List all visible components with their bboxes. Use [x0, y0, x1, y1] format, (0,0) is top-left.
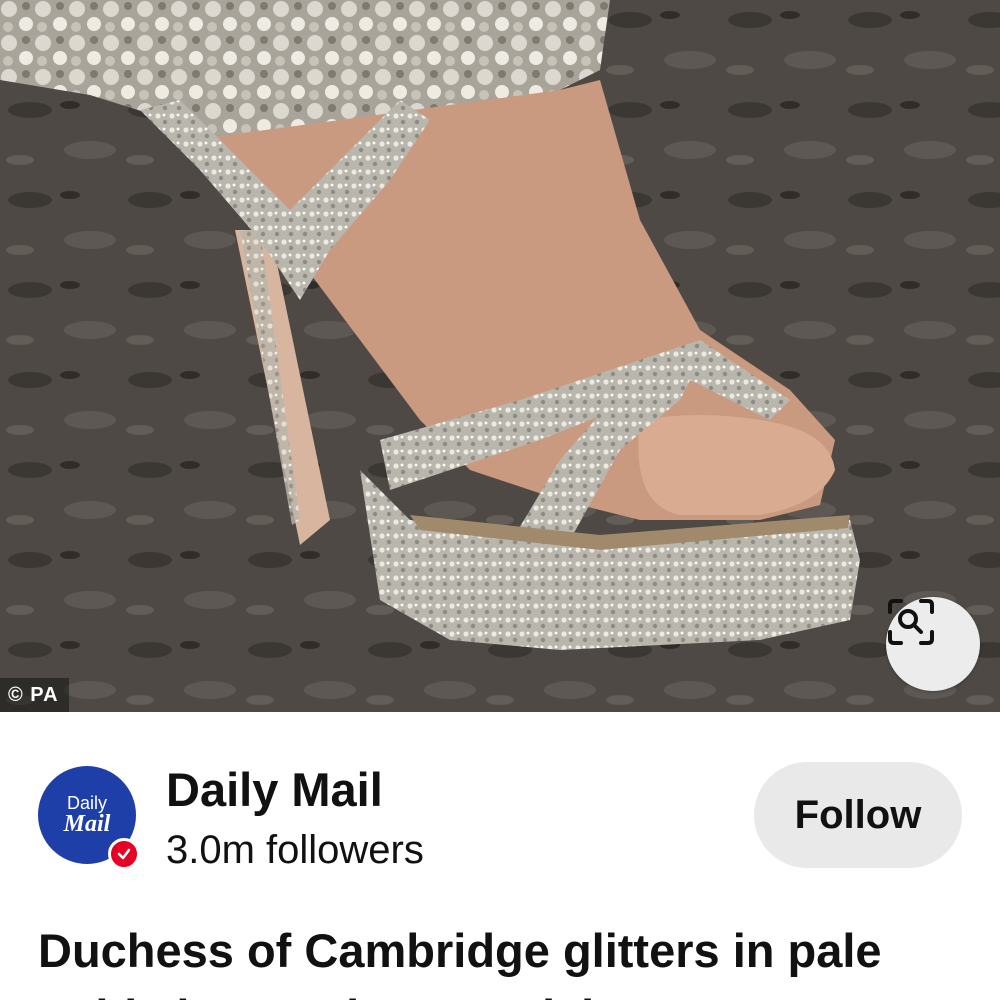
avatar[interactable]: Daily Mail: [38, 766, 140, 870]
visual-search-button[interactable]: [886, 597, 980, 691]
follower-count: 3.0m followers: [166, 828, 424, 872]
avatar-line2: Mail: [63, 811, 111, 837]
verified-check-icon: [108, 838, 140, 870]
publisher-name[interactable]: Daily Mail: [166, 762, 383, 818]
sandal-photo: [0, 0, 1000, 712]
avatar-line1: Daily: [66, 793, 107, 813]
follow-button[interactable]: Follow: [754, 762, 962, 868]
photo-credit: © PA: [0, 678, 69, 712]
pin-image[interactable]: © PA: [0, 0, 1000, 712]
pin-title: Duchess of Cambridge glitters in pale go…: [38, 924, 882, 1000]
visual-search-icon: [888, 599, 934, 645]
